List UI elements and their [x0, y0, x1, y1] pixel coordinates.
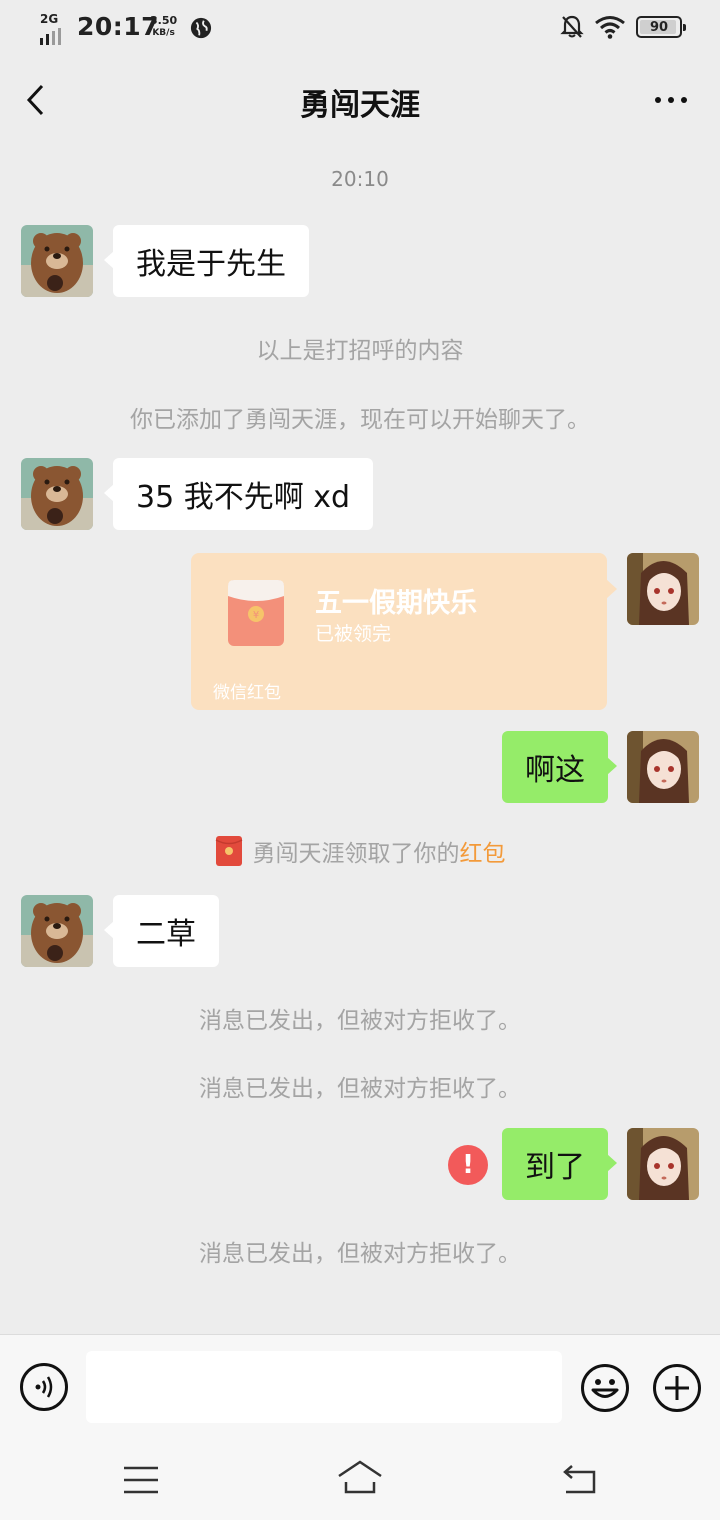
speed-unit: KB/s	[152, 28, 175, 38]
send-failed-icon[interactable]: !	[448, 1145, 488, 1185]
red-packet-link[interactable]: 红包	[460, 834, 506, 868]
more-dots-icon[interactable]	[648, 82, 694, 118]
outgoing-message[interactable]: 到了	[502, 1128, 617, 1200]
wifi-icon	[595, 16, 625, 39]
outgoing-message[interactable]: 啊这	[502, 731, 617, 803]
red-envelope-icon	[215, 836, 242, 866]
contact-avatar[interactable]	[21, 225, 93, 297]
nav-back-icon[interactable]	[560, 1460, 600, 1498]
system-nav-bar	[0, 1440, 720, 1520]
red-packet-status: 已被领完	[315, 623, 392, 645]
my-avatar[interactable]	[627, 553, 699, 625]
emoji-icon[interactable]	[580, 1363, 630, 1413]
rejected-note: 消息已发出，但被对方拒收了。	[199, 1241, 521, 1267]
incoming-message[interactable]: 二草	[104, 895, 219, 967]
my-avatar[interactable]	[627, 1128, 699, 1200]
red-envelope-icon: ¥	[228, 580, 284, 646]
added-note: 你已添加了勇闯天涯，现在可以开始聊天了。	[130, 407, 590, 433]
chat-timestamp: 20:10	[331, 167, 389, 191]
speed-value: 3.50	[150, 14, 178, 27]
plus-icon[interactable]	[652, 1363, 702, 1413]
mute-bell-icon	[560, 15, 584, 38]
rejected-note: 消息已发出，但被对方拒收了。	[199, 1008, 521, 1034]
title-bar: 勇闯天涯	[0, 56, 720, 144]
message-input[interactable]	[86, 1351, 562, 1423]
battery-icon: 90	[636, 16, 686, 38]
network-speed: 3.50 KB/s	[150, 15, 177, 39]
incoming-message[interactable]: 我是于先生	[104, 225, 309, 297]
red-packet-card[interactable]: ¥ 五一假期快乐 已被领完 微信红包	[191, 553, 617, 710]
contact-avatar[interactable]	[21, 458, 93, 530]
red-packet-footer: 微信红包	[213, 683, 281, 703]
incoming-message[interactable]: 35 我不先啊 xd	[103, 458, 374, 530]
voice-icon[interactable]	[20, 1363, 68, 1411]
home-icon[interactable]	[336, 1458, 384, 1498]
rejected-note: 消息已发出，但被对方拒收了。	[199, 1076, 521, 1102]
contact-avatar[interactable]	[21, 895, 93, 967]
greeting-note: 以上是打招呼的内容	[256, 338, 464, 364]
my-avatar[interactable]	[627, 731, 699, 803]
received-note-text: 勇闯天涯领取了你的	[252, 841, 460, 867]
chat-title: 勇闯天涯	[300, 88, 420, 123]
svg-text:¥: ¥	[253, 610, 259, 621]
signal-icon: 2G	[38, 12, 72, 45]
status-time: 20:17	[77, 12, 160, 41]
status-bar: 2G 20:17 3.50 KB/s 90	[0, 0, 720, 56]
globe-icon	[190, 17, 212, 39]
battery-level: 90	[649, 19, 669, 35]
menu-icon[interactable]	[122, 1462, 160, 1498]
red-packet-title: 五一假期快乐	[315, 588, 477, 619]
red-packet-received-note: 勇闯天涯领取了你的 红包	[0, 834, 720, 868]
input-bar	[0, 1334, 720, 1440]
network-type: 2G	[40, 12, 59, 26]
